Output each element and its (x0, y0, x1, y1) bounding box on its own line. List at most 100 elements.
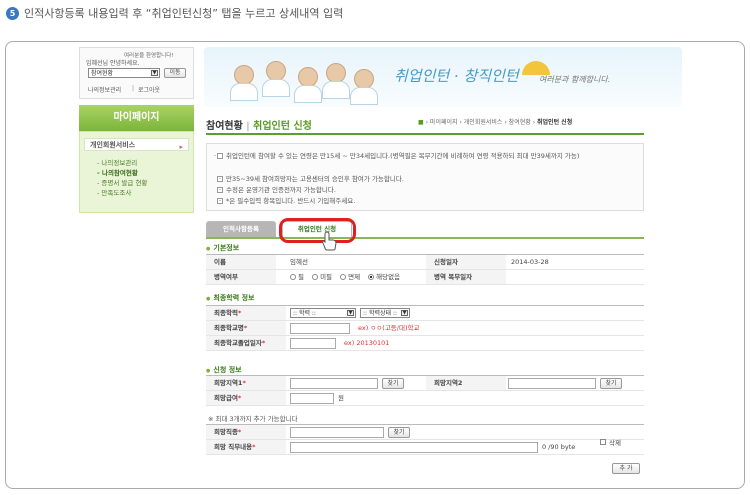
browser-screenshot-frame: 여러분을 환영합니다! 임혜선님 안녕하세요. 참여현황 ▼ 이동 나의정보관리… (5, 41, 745, 489)
page-title: 참여현황 | 취업인턴 신청 (206, 117, 312, 132)
tab-underline (206, 237, 644, 239)
delete-label: 삭제 (609, 439, 621, 447)
sidebar-item-my-info[interactable]: - 나의정보관리 (97, 157, 137, 167)
section-title-application: 신청 정보 (206, 365, 241, 375)
greeting-text: 임혜선님 안녕하세요. (86, 60, 140, 67)
breadcrumb-current: 취업인턴 신청 (537, 119, 573, 126)
highlight-circle (279, 218, 356, 243)
divider: | (132, 85, 135, 92)
people-illustration (214, 61, 384, 105)
form-row: 최종학교명* ex) ㅇㅇ(고등/대)학교 (206, 321, 644, 336)
home-icon[interactable]: ■ (418, 119, 424, 126)
form-row: 병역여부 필 미필 면제 해당없음 병역 복무일자 (206, 270, 644, 285)
military-radio-exempt[interactable] (340, 274, 347, 280)
form-row: 이름 임혜선 신청일자 2014-03-28 (206, 255, 644, 270)
edu-status-select[interactable]: :: 학력상태 :: ▼ (360, 308, 410, 318)
military-label: 병역여부 (206, 270, 276, 284)
salary-unit: 원 (338, 394, 344, 402)
title-underline (206, 133, 644, 135)
add-job-button[interactable]: 추 가 (612, 463, 640, 474)
edu-level-select[interactable]: :: 학력 :: ▼ (290, 308, 356, 318)
sidebar-section-header[interactable]: 개인회원서비스 ▸ (84, 138, 189, 151)
salary-input[interactable] (290, 393, 334, 404)
bullet-icon: - (217, 187, 223, 193)
job-detail-input[interactable] (290, 442, 538, 453)
name-value: 임혜선 (290, 258, 308, 266)
region1-label: 희망지역1* (206, 376, 286, 390)
military-radio-na[interactable] (368, 274, 375, 280)
sidebar-item-certificates[interactable]: - 증명서 발급 현황 (97, 177, 147, 187)
job-type-input[interactable] (290, 427, 384, 438)
notice-line: - 만35~39세 참여희망자는 고용센터의 승인후 참여가 가능합니다. (217, 173, 404, 183)
delete-checkbox-group: 삭제 (600, 437, 621, 447)
job-type-search-button[interactable]: 찾기 (388, 427, 410, 438)
header-banner: 취업인턴 · 창직인턴 여러분과 함께합니다. (204, 47, 682, 107)
login-box: 여러분을 환영합니다! 임혜선님 안녕하세요. 참여현황 ▼ 이동 나의정보관리… (79, 47, 194, 99)
job-detail-label: 희망 직무내용* (206, 440, 286, 454)
breadcrumb: ■ › 마이페이지 › 개인회원서비스 › 참여현황 › 취업인턴 신청 (418, 119, 573, 126)
quick-nav-select[interactable]: 참여현황 ▼ (88, 68, 160, 78)
form-row: 희망 직무내용* 0 /90 byte (206, 440, 644, 455)
go-button[interactable]: 이동 (164, 68, 186, 78)
page-subtitle: 취업인턴 신청 (253, 121, 312, 132)
grad-date-label: 최종학교졸업일자* (206, 336, 286, 350)
form-row: 희망지역1* 찾기 희망지역2 찾기 (206, 376, 644, 391)
tab-personal-info[interactable]: 인적사항등록 (206, 221, 276, 237)
section-title-education: 최종학력 정보 (206, 293, 254, 303)
delete-checkbox[interactable] (600, 439, 606, 445)
step-instruction-text: 인적사항등록 내용입력 후 “취업인턴신청” 탭을 누르고 상세내역 입력 (24, 7, 344, 20)
military-radio-done[interactable] (290, 274, 296, 280)
sidebar-item-participation[interactable]: - 나의참여현황 (97, 167, 138, 177)
grad-date-input[interactable] (290, 338, 336, 349)
quick-nav-value: 참여현황 (91, 70, 114, 77)
form-row: 희망급여* 원 (206, 391, 644, 406)
my-info-link[interactable]: 나의정보관리 (88, 85, 121, 94)
notice-box: - 취업인턴에 참여할 수 있는 연령은 만15세 ~ 만34세입니다.(병역필은… (206, 143, 644, 211)
arrow-right-icon: ▸ (179, 143, 183, 151)
region1-search-button[interactable]: 찾기 (382, 378, 404, 389)
notice-line: - *은 필수입력 항목입니다. 반드시 기입해주세요. (217, 195, 355, 205)
pointer-hand-icon (322, 231, 337, 251)
banner-slogan: 취업인턴 · 창직인턴 (394, 67, 519, 85)
school-name-input[interactable] (290, 323, 350, 334)
form-row: 최종학력* :: 학력 :: ▼ :: 학력상태 :: ▼ (206, 306, 644, 321)
sidebar-item-survey[interactable]: - 만족도조사 (97, 187, 131, 197)
title-separator: | (246, 121, 250, 132)
bullet-icon: - (217, 176, 223, 182)
sidebar-section-label: 개인회원서비스 (90, 141, 136, 149)
military-radio-group: 필 미필 면제 해당없음 (284, 270, 400, 284)
notice-line: - 취업인턴에 참여할 수 있는 연령은 만15세 ~ 만34세입니다.(병역필은… (214, 152, 580, 160)
breadcrumb-item[interactable]: 참여현황 (509, 119, 531, 126)
name-label: 이름 (206, 255, 276, 269)
umbrella-icon (522, 61, 550, 75)
banner-slogan-sub: 여러분과 함께합니다. (539, 75, 611, 84)
chevron-down-icon: ▼ (151, 70, 158, 76)
step-instruction: 5 인적사항등록 내용입력 후 “취업인턴신청” 탭을 누르고 상세내역 입력 (6, 5, 343, 21)
breadcrumb-item[interactable]: 개인회원서비스 (464, 119, 503, 126)
sidebar-menu: 개인회원서비스 ▸ - 나의정보관리 - 나의참여현황 - 증명서 발급 현황 … (79, 131, 194, 213)
region2-input[interactable] (508, 378, 596, 389)
form-row: 희망직종* 찾기 (206, 425, 644, 440)
bullet-icon: - (217, 198, 223, 204)
school-name-example: ex) ㅇㅇ(고등/대)학교 (358, 324, 420, 332)
notice-line: - 수정은 운영기관 인증전까지 가능합니다. (217, 184, 336, 194)
bullet-icon: - (214, 153, 223, 159)
job-limit-note: ※ 최대 3개까지 추가 가능합니다 (208, 415, 298, 423)
edu-level-label: 최종학력* (206, 306, 286, 320)
region2-label: 희망지역2 (426, 376, 506, 390)
job-type-label: 희망직종* (206, 425, 286, 439)
grad-date-example: ex) 20130101 (344, 339, 390, 347)
breadcrumb-item[interactable]: 마이페이지 (430, 119, 458, 126)
chevron-down-icon: ▼ (401, 310, 408, 316)
logout-link[interactable]: 로그아웃 (138, 85, 160, 94)
service-date-label: 병역 복무일자 (426, 270, 506, 284)
region2-search-button[interactable]: 찾기 (600, 378, 622, 389)
date-value: 2014-03-28 (511, 258, 549, 266)
salary-label: 희망급여* (206, 391, 286, 405)
sidebar-title: 마이페이지 (79, 105, 194, 131)
military-radio-not-done[interactable] (312, 274, 319, 280)
region1-input[interactable] (290, 378, 378, 389)
date-label: 신청일자 (426, 255, 506, 269)
school-name-label: 최종학교명* (206, 321, 286, 335)
step-number-badge: 5 (6, 6, 19, 20)
